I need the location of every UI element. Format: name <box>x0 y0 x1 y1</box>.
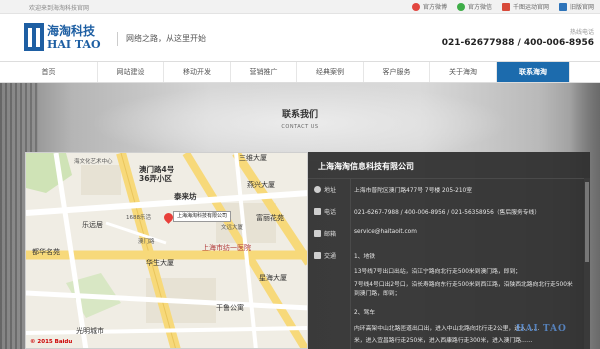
address-text: 上海市普陀区澳门路477号 7号楼 205-210室 <box>354 188 473 194</box>
traffic-line: 7号线4号口出2号口，沿长寿路向东行走500米到西江路，沿陕西北路向北行走500… <box>354 282 573 297</box>
phone-icon <box>314 208 321 215</box>
watermark-logo: HAI TAO <box>516 324 567 334</box>
map-label-ganqing: 干鲁公寓 <box>216 304 244 312</box>
header: 海淘科技 HAI TAO 网络之路，从这里开始 热线电话 021-6267798… <box>0 14 600 61</box>
map-label-road2: 澳门路 <box>138 239 155 245</box>
page-subtitle: CONTACT US <box>281 124 319 130</box>
map-label-hospital: 上海市纺一医院 <box>202 244 251 252</box>
baidu-map[interactable]: 海文化艺术中心 澳门路4号 36弄小区 三维大厦 燕兴大厦 泰来坊 富丽花苑 乐… <box>25 152 308 349</box>
top-bar: 欢迎来到海淘科技官网 官方微博 官方微信 千图运动官网 旧版官网 <box>0 0 600 14</box>
old-site-icon <box>558 2 567 11</box>
weibo-icon <box>411 2 420 11</box>
mail-icon <box>314 230 321 237</box>
map-label-guangming: 光明城市 <box>76 327 104 335</box>
qiantu-icon <box>501 2 510 11</box>
bus-icon <box>314 252 321 259</box>
nav-item-contact[interactable]: 联系海淘 <box>497 62 570 82</box>
weibo-link[interactable]: 官方微博 <box>411 2 447 11</box>
nav-item-marketing[interactable]: 营销推广 <box>231 62 297 82</box>
nav-item-service[interactable]: 客户服务 <box>364 62 430 82</box>
wechat-link[interactable]: 官方微信 <box>456 2 492 11</box>
nav-item-home[interactable]: 首页 <box>0 62 98 82</box>
contact-panel: 上海海淘信息科技有限公司 地址 上海市普陀区澳门路477号 7号楼 205-21… <box>308 152 590 349</box>
map-label-tailaifang: 泰来坊 <box>174 192 197 201</box>
welcome-text: 欢迎来到海淘科技官网 <box>29 5 90 12</box>
old-site-link[interactable]: 旧版官网 <box>558 2 594 11</box>
nav-item-website[interactable]: 网站建设 <box>98 62 164 82</box>
map-label-yuanyuan: 文远大厦 <box>221 225 244 231</box>
map-label-yanxing: 燕兴大厦 <box>247 181 275 189</box>
map-label-xinghai: 星海大厦 <box>259 274 287 282</box>
panel-scrollbar[interactable] <box>584 178 590 349</box>
traffic-line: 13号线7号出口出站，沿江宁路向北行走500米到澳门路，即到； <box>354 269 522 275</box>
wechat-icon <box>456 2 465 11</box>
traffic-line: 2、驾车 <box>354 310 376 316</box>
traffic-line: 内环高架中山北路匝道出口出，进入中山北路向北行走2公里，进入 …… <box>354 326 540 332</box>
map-label-duhua: 都华名苑 <box>32 248 60 256</box>
top-links: 官方微博 官方微信 千图运动官网 旧版官网 <box>411 2 594 11</box>
site-logo[interactable]: 海淘科技 HAI TAO <box>24 22 101 52</box>
logo-mark-icon <box>24 23 44 51</box>
location-icon <box>314 186 321 193</box>
email-link[interactable]: service@haitaoit.com <box>354 229 417 235</box>
company-name: 上海海淘信息科技有限公司 <box>318 162 414 171</box>
baidu-logo: © 2015 Baidu <box>30 339 73 345</box>
map-label-leyuanju: 乐远居 <box>82 221 103 229</box>
map-label-huasheng: 华生大厦 <box>146 259 174 267</box>
hotline-number: 021-62677988 / 400-006-8956 <box>441 38 594 48</box>
nav-item-cases[interactable]: 经典案例 <box>297 62 364 82</box>
hotline-label: 热线电话 <box>569 29 594 36</box>
page-title: 联系我们 <box>281 110 318 120</box>
traffic-line: 米，进入宜昌路行走250米，进入西康路行走300米，进入澳门路…… <box>354 338 533 344</box>
nav-item-mobile[interactable]: 移动开发 <box>164 62 231 82</box>
traffic-line: 1、地铁 <box>354 254 376 260</box>
map-label-wenhua: 海文化艺术中心 <box>74 159 113 165</box>
map-label-road1: 1688乐活 <box>126 215 151 221</box>
map-label-fuli: 富丽花苑 <box>256 214 284 222</box>
phone-text: 021-6267-7988 / 400-006-8956 / 021-56358… <box>354 210 541 216</box>
map-label-rest-area: 澳门路4号 36弄小区 <box>139 165 175 183</box>
main-nav: 首页 网站建设 移动开发 营销推广 经典案例 客户服务 关于海淘 联系海淘 <box>0 61 600 83</box>
qiantu-link[interactable]: 千图运动官网 <box>501 2 549 11</box>
logo-cn-text: 海淘科技 <box>47 24 96 38</box>
slogan: 网络之路，从这里开始 <box>117 32 206 46</box>
scrollbar-thumb[interactable] <box>585 182 589 262</box>
nav-item-about[interactable]: 关于海淘 <box>430 62 497 82</box>
map-info-box[interactable]: 上海海淘科技有限公司 <box>173 211 232 222</box>
map-label-sanxiang: 三维大厦 <box>239 154 267 162</box>
logo-en-text: HAI TAO <box>47 38 101 51</box>
